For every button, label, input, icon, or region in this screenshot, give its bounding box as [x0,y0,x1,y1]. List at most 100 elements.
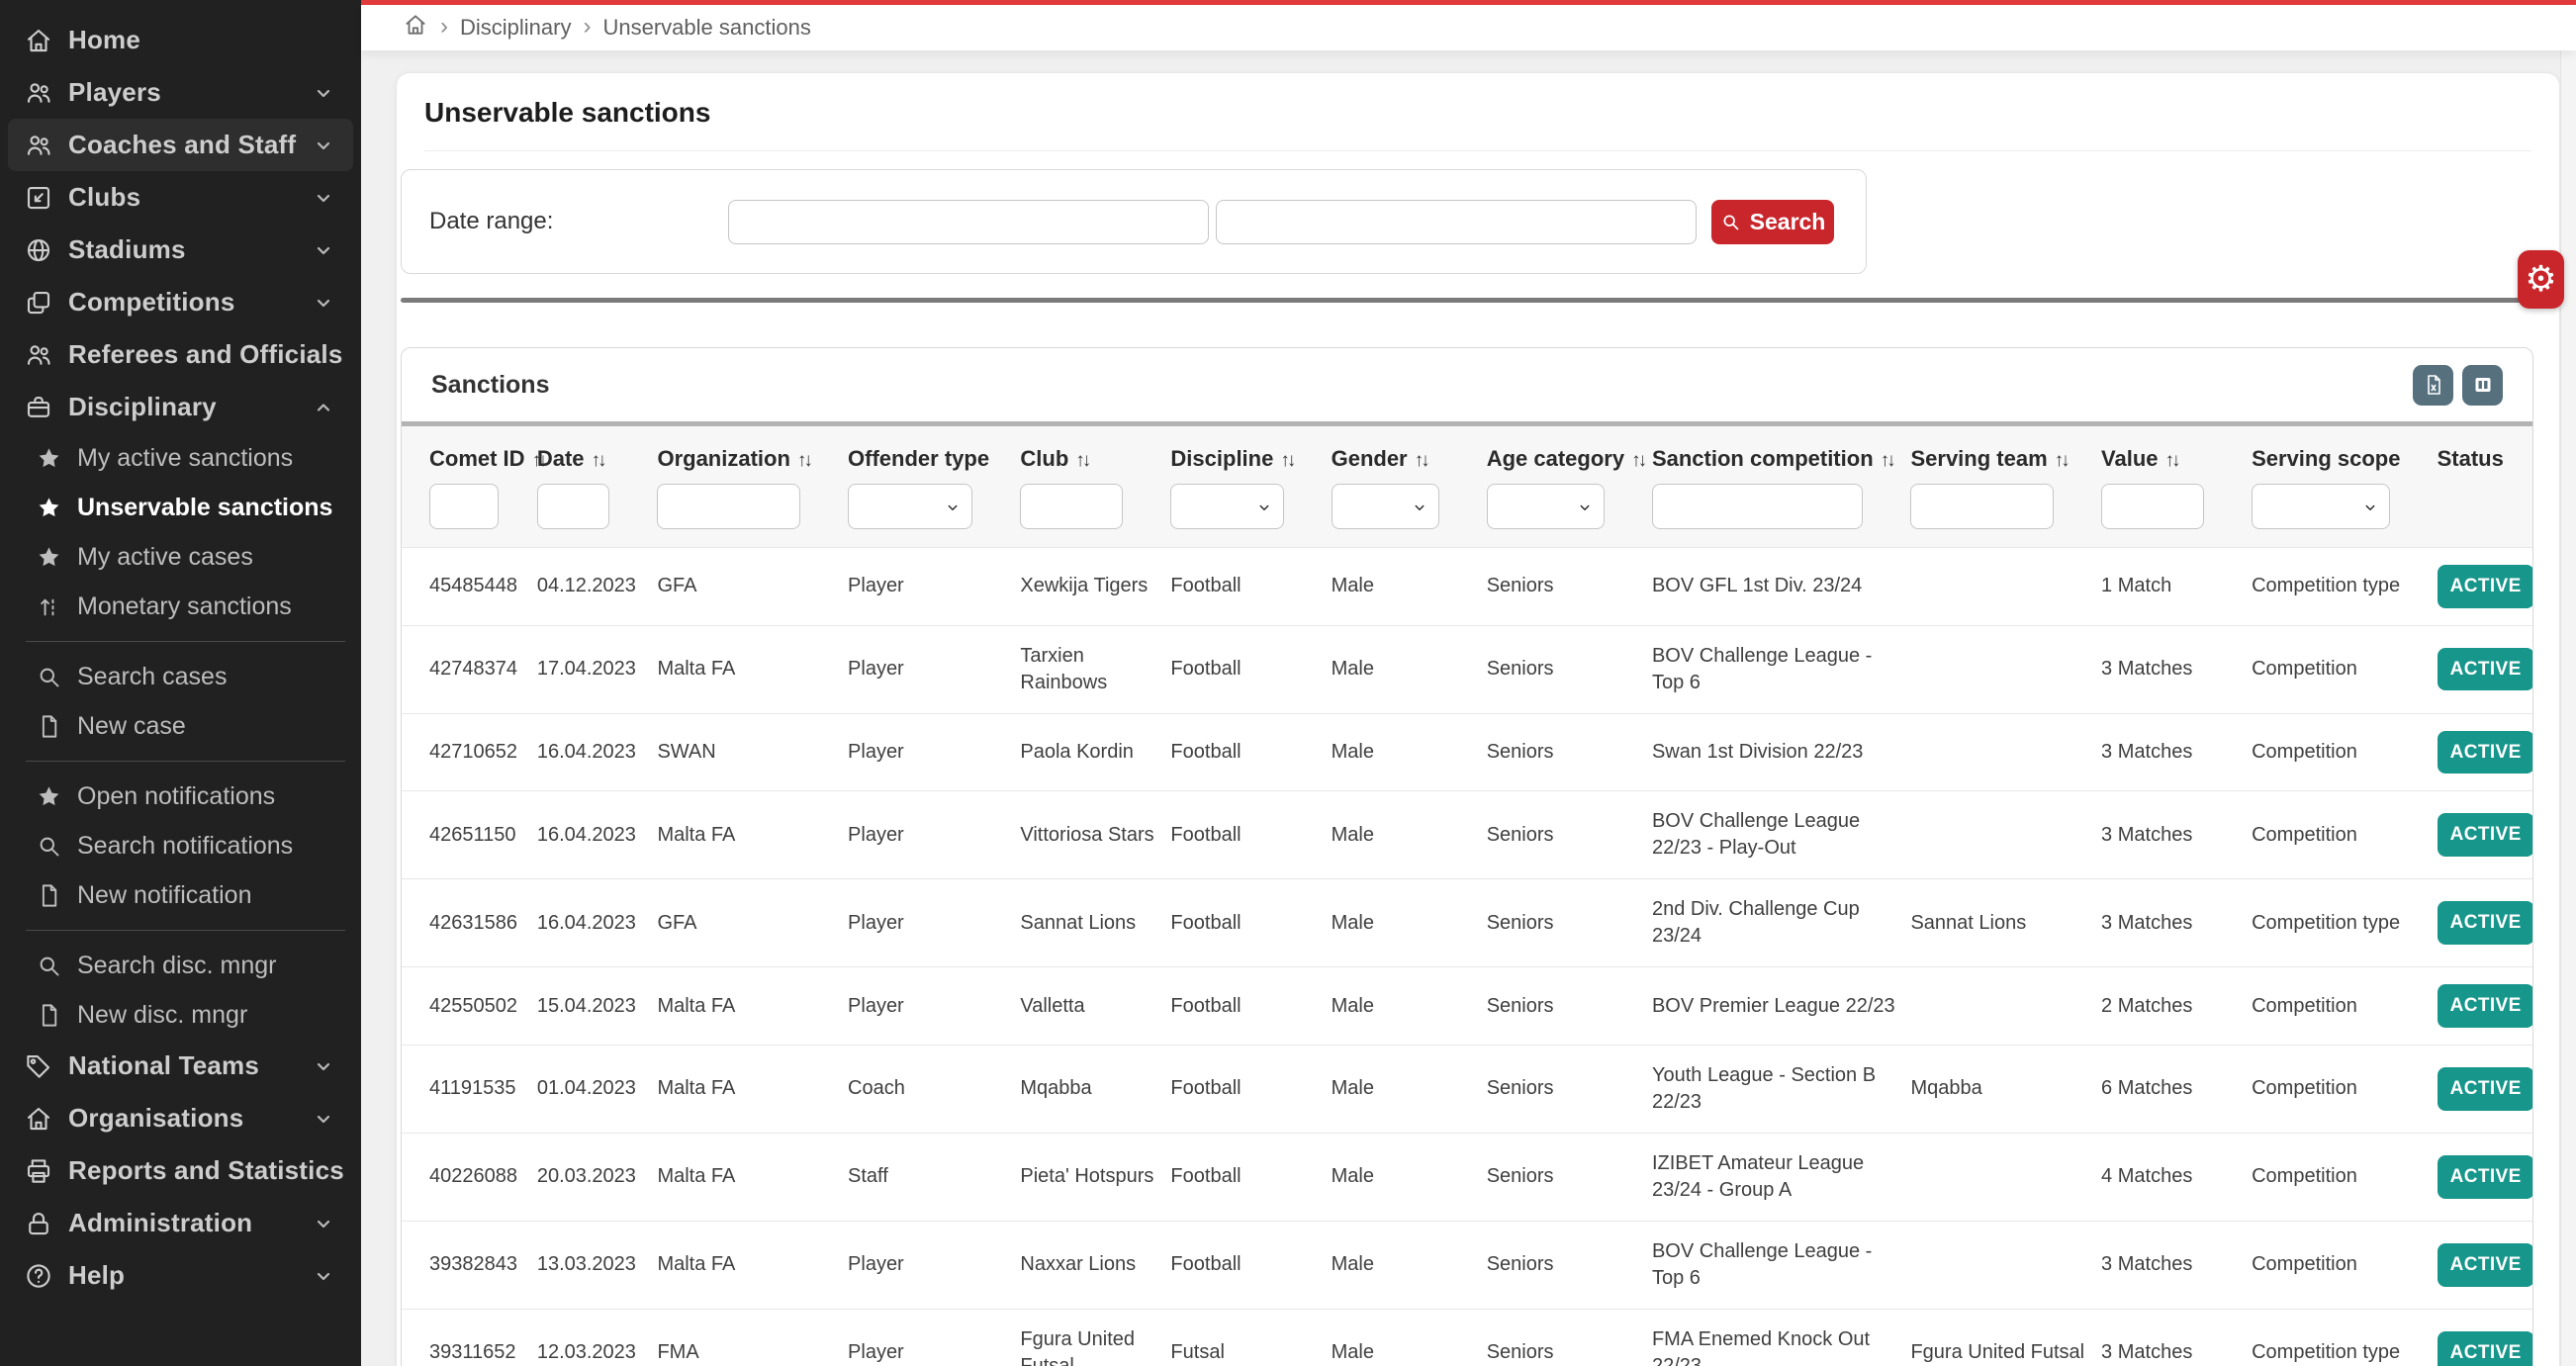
sidebar-item-new-notification[interactable]: New notification [0,870,361,920]
sidebar-item-search-cases[interactable]: Search cases [0,652,361,701]
sidebar-item-reports-and-statistics[interactable]: Reports and Statistics [8,1144,353,1197]
filter-input-date[interactable] [537,484,610,529]
date-to-input[interactable] [1216,200,1697,244]
sidebar-item-new-disc-mngr[interactable]: New disc. mngr [0,990,361,1040]
vertical-scrollbar[interactable] [2560,5,2576,1366]
sidebar-item-national-teams[interactable]: National Teams [8,1040,353,1092]
table-row[interactable]: 3931165212.03.2023FMAPlayerFgura United … [402,1309,2532,1366]
cell-offender_type: Player [848,1309,1020,1366]
status-badge: ACTIVE [2438,1155,2533,1199]
search-icon [36,953,62,979]
sidebar-item-monetary-sanctions[interactable]: Monetary sanctions [0,582,361,631]
column-header-offender-type[interactable]: Offender type [848,426,1020,478]
column-header-value[interactable]: Value↑↓ [2101,426,2252,478]
column-header-organization[interactable]: Organization↑↓ [657,426,848,478]
date-from-input[interactable] [728,200,1209,244]
breadcrumb: › Disciplinary › Unservable sanctions [361,5,2576,50]
filter-select-serving-scope[interactable] [2252,484,2390,529]
cell-organization: Malta FA [657,625,848,713]
sidebar-item-clubs[interactable]: Clubs [8,171,353,224]
sort-icon[interactable]: ↑↓ [1631,450,1644,471]
filter-input-value[interactable] [2101,484,2204,529]
sidebar-item-search-disc-mngr[interactable]: Search disc. mngr [0,941,361,990]
sidebar-item-disciplinary[interactable]: Disciplinary [8,381,353,433]
sort-icon[interactable]: ↑↓ [1881,450,1893,471]
filter-input-club[interactable] [1020,484,1123,529]
table-row[interactable]: 4265115016.04.2023Malta FAPlayerVittorio… [402,791,2532,879]
filter-input-organization[interactable] [657,484,800,529]
sort-icon[interactable]: ↑↓ [2055,450,2068,471]
column-header-serving-team[interactable]: Serving team↑↓ [1910,426,2101,478]
column-header-gender[interactable]: Gender↑↓ [1332,426,1487,478]
filter-select-age-category[interactable] [1487,484,1605,529]
sidebar-item-administration[interactable]: Administration [8,1197,353,1249]
title-divider [424,150,2531,151]
breadcrumb-item-unservable-sanctions[interactable]: Unservable sanctions [602,15,810,41]
table-row[interactable]: 3938284313.03.2023Malta FAPlayerNaxxar L… [402,1221,2532,1309]
column-header-age-category[interactable]: Age category↑↓ [1487,426,1652,478]
sidebar-item-players[interactable]: Players [8,66,353,119]
sort-icon[interactable]: ↑↓ [1415,450,1427,471]
sidebar-item-stadiums[interactable]: Stadiums [8,224,353,276]
sidebar-item-label: Help [68,1260,297,1291]
column-header-club[interactable]: Club↑↓ [1020,426,1170,478]
table-row[interactable]: 4022608820.03.2023Malta FAStaffPieta' Ho… [402,1133,2532,1221]
chevron-down-icon [312,1212,335,1235]
settings-gear-button[interactable]: ⚙ [2518,250,2564,309]
filter-select-offender-type[interactable] [848,484,972,529]
table-row[interactable]: 4274837417.04.2023Malta FAPlayerTarxien … [402,625,2532,713]
home-icon[interactable] [403,12,428,44]
column-header-discipline[interactable]: Discipline↑↓ [1170,426,1331,478]
column-header-sanction-competition[interactable]: Sanction competition↑↓ [1652,426,1911,478]
sidebar-item-referees-and-officials[interactable]: Referees and Officials [8,328,353,381]
sidebar-item-new-case[interactable]: New case [0,701,361,751]
sidebar-item-competitions[interactable]: Competitions [8,276,353,328]
sidebar-item-home[interactable]: Home [8,14,353,66]
sanctions-panel: Sanctions Comet ID↑↓D [401,347,2533,1366]
column-header-date[interactable]: Date↑↓ [537,426,658,478]
search-button[interactable]: Search [1711,200,1834,244]
column-header-serving-scope[interactable]: Serving scope [2252,426,2438,478]
column-header-comet-id[interactable]: Comet ID↑↓ [402,426,537,478]
sidebar-item-search-notifications[interactable]: Search notifications [0,821,361,870]
toggle-columns-button[interactable] [2462,365,2503,406]
cell-status: ACTIVE [2438,1133,2532,1221]
sidebar-item-my-active-cases[interactable]: My active cases [0,532,361,582]
star-icon [36,445,62,472]
table-row[interactable]: 4255050215.04.2023Malta FAPlayerValletta… [402,967,2532,1046]
sidebar-item-my-active-sanctions[interactable]: My active sanctions [0,433,361,483]
cell-club: Xewkija Tigers [1020,548,1170,626]
sidebar-item-help[interactable]: Help [8,1249,353,1302]
breadcrumb-item-disciplinary[interactable]: Disciplinary [460,15,571,41]
sort-icon[interactable]: ↑↓ [2165,450,2178,471]
sidebar-item-organisations[interactable]: Organisations [8,1092,353,1144]
filter-select-gender[interactable] [1332,484,1439,529]
cell-discipline: Football [1170,1133,1331,1221]
cell-serving_team: Fgura United Futsal [1910,1309,2101,1366]
cell-gender: Male [1332,1133,1487,1221]
cell-value: 6 Matches [2101,1045,2252,1133]
cell-age_category: Seniors [1487,1133,1652,1221]
cell-gender: Male [1332,1309,1487,1366]
table-row[interactable]: 4263158616.04.2023GFAPlayerSannat LionsF… [402,879,2532,967]
filter-select-discipline[interactable] [1170,484,1283,529]
sidebar-item-label: Home [68,25,335,55]
filter-input-sanction-competition[interactable] [1652,484,1864,529]
sort-icon[interactable]: ↑↓ [1075,450,1088,471]
sort-icon[interactable]: ↑↓ [592,450,604,471]
sidebar-item-open-notifications[interactable]: Open notifications [0,772,361,821]
table-row[interactable]: 4119153501.04.2023Malta FACoachMqabbaFoo… [402,1045,2532,1133]
search-icon [1720,212,1741,232]
sidebar-item-unservable-sanctions[interactable]: Unservable sanctions [0,483,361,532]
filter-input-serving-team[interactable] [1910,484,2054,529]
sort-icon[interactable]: ↑↓ [1280,450,1293,471]
sidebar: Home PlayersCoaches and StaffClubsStadium… [0,0,361,1366]
export-excel-button[interactable] [2413,365,2453,406]
filter-input-comet-id[interactable] [429,484,499,529]
table-row[interactable]: 4271065216.04.2023SWANPlayerPaola Kordin… [402,713,2532,791]
sidebar-item-coaches-and-staff[interactable]: Coaches and Staff [8,119,353,171]
sort-icon[interactable]: ↑↓ [797,450,810,471]
column-header-status[interactable]: Status [2438,426,2532,478]
table-row[interactable]: 4548544804.12.2023GFAPlayerXewkija Tiger… [402,548,2532,626]
cell-comet_id: 42748374 [402,625,537,713]
